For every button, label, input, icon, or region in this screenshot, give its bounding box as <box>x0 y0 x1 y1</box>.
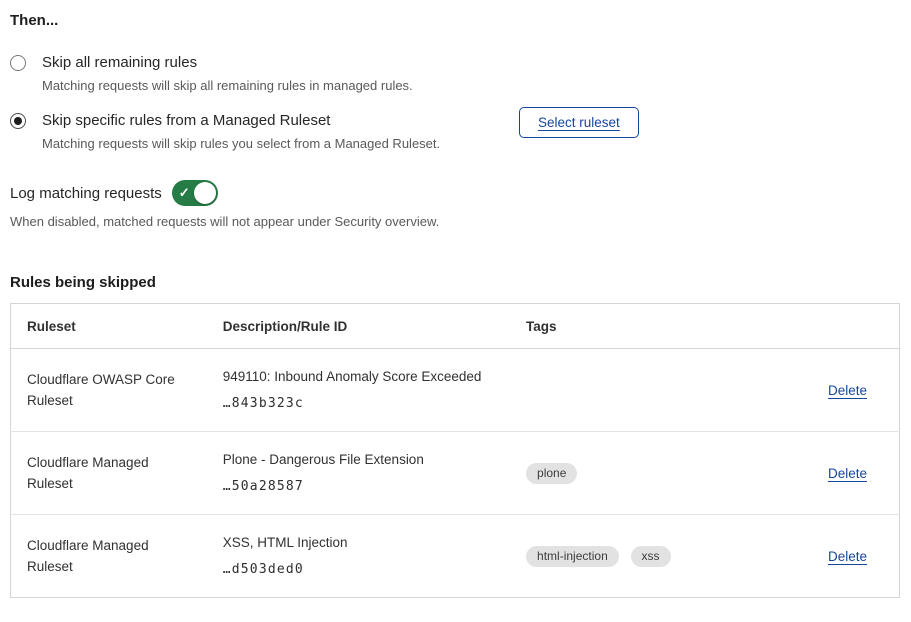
log-matching-row: Log matching requests ✓ <box>10 180 900 206</box>
column-header-actions <box>740 304 899 349</box>
rules-being-skipped-heading: Rules being skipped <box>10 274 900 291</box>
rule-description: 949110: Inbound Anomaly Score Exceeded <box>223 369 494 385</box>
table-row: Cloudflare Managed Ruleset XSS, HTML Inj… <box>11 515 900 598</box>
log-matching-label: Log matching requests <box>10 185 162 202</box>
tag-pill: xss <box>631 546 671 567</box>
radio-option-skip-all[interactable]: Skip all remaining rules Matching reques… <box>10 53 900 94</box>
toggle-knob <box>194 182 216 204</box>
select-ruleset-button[interactable]: Select ruleset <box>519 107 639 138</box>
radio-description-skip-all: Matching requests will skip all remainin… <box>42 78 413 94</box>
rules-being-skipped-table: Ruleset Description/Rule ID Tags Cloudfl… <box>10 303 900 598</box>
actions-cell: Delete <box>740 349 899 432</box>
table-header-row: Ruleset Description/Rule ID Tags <box>11 304 900 349</box>
ruleset-cell: Cloudflare Managed Ruleset <box>11 432 207 515</box>
radio-label-skip-all: Skip all remaining rules <box>42 53 413 72</box>
rule-description: XSS, HTML Injection <box>223 535 494 551</box>
actions-cell: Delete <box>740 515 899 598</box>
radio-option-skip-specific[interactable]: Skip specific rules from a Managed Rules… <box>10 111 900 152</box>
waf-rule-config-panel: Then... Skip all remaining rules Matchin… <box>0 0 911 622</box>
table-row: Cloudflare OWASP Core Ruleset 949110: In… <box>11 349 900 432</box>
tags-cell <box>510 349 740 432</box>
rule-id: …843b323c <box>223 396 494 411</box>
ruleset-cell: Cloudflare OWASP Core Ruleset <box>11 349 207 432</box>
tag-pill: plone <box>526 463 577 484</box>
check-icon: ✓ <box>179 186 190 199</box>
column-header-ruleset: Ruleset <box>11 304 207 349</box>
radio-button-skip-all[interactable] <box>10 55 26 71</box>
log-matching-description: When disabled, matched requests will not… <box>10 214 900 230</box>
radio-button-skip-specific[interactable] <box>10 113 26 129</box>
description-cell: XSS, HTML Injection …d503ded0 <box>207 515 510 598</box>
ruleset-cell: Cloudflare Managed Ruleset <box>11 515 207 598</box>
delete-link[interactable]: Delete <box>828 383 867 398</box>
rule-id: …d503ded0 <box>223 562 494 577</box>
tags-cell: plone <box>510 432 740 515</box>
skip-specific-row: Skip specific rules from a Managed Rules… <box>10 111 900 152</box>
log-matching-toggle[interactable]: ✓ <box>172 180 218 206</box>
description-cell: 949110: Inbound Anomaly Score Exceeded …… <box>207 349 510 432</box>
rule-id: …50a28587 <box>223 479 494 494</box>
column-header-tags: Tags <box>510 304 740 349</box>
description-cell: Plone - Dangerous File Extension …50a285… <box>207 432 510 515</box>
table-row: Cloudflare Managed Ruleset Plone - Dange… <box>11 432 900 515</box>
radio-description-skip-specific: Matching requests will skip rules you se… <box>42 136 440 152</box>
tag-pill: html-injection <box>526 546 619 567</box>
column-header-description-rule-id: Description/Rule ID <box>207 304 510 349</box>
delete-link[interactable]: Delete <box>828 466 867 481</box>
radio-option-text: Skip all remaining rules Matching reques… <box>42 53 413 94</box>
then-heading: Then... <box>10 12 900 29</box>
tags-cell: html-injection xss <box>510 515 740 598</box>
radio-label-skip-specific: Skip specific rules from a Managed Rules… <box>42 111 440 130</box>
actions-cell: Delete <box>740 432 899 515</box>
radio-option-text: Skip specific rules from a Managed Rules… <box>42 111 440 152</box>
delete-link[interactable]: Delete <box>828 549 867 564</box>
rule-description: Plone - Dangerous File Extension <box>223 452 494 468</box>
